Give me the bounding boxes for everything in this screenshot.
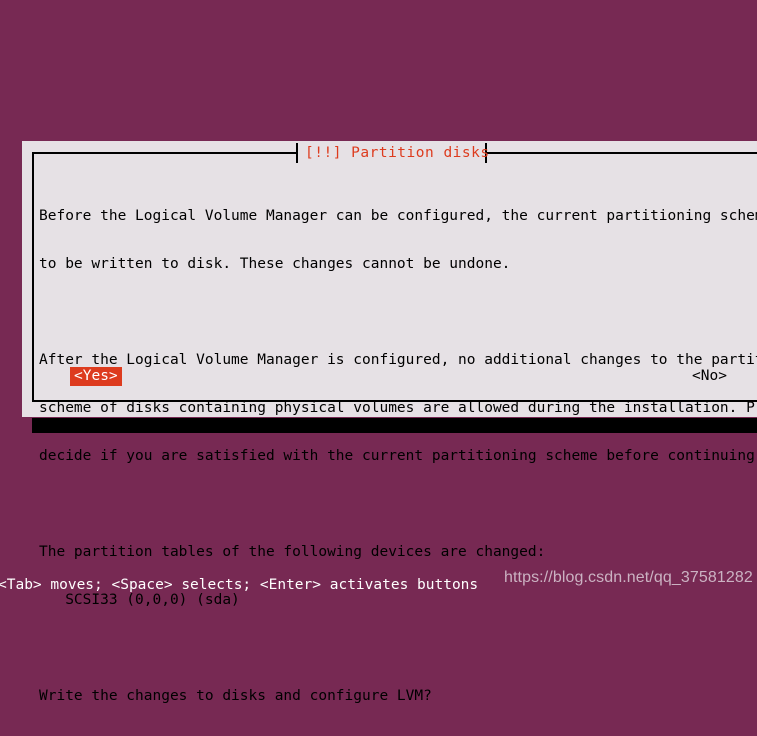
installer-screen: [!!] Partition disks Before the Logical …	[0, 0, 757, 704]
dialog-frame-top-right	[487, 152, 757, 154]
text-line: decide if you are satisfied with the cur…	[39, 448, 757, 464]
text-line: After the Logical Volume Manager is conf…	[39, 352, 757, 368]
paragraph-question: Write the changes to disks and configure…	[39, 656, 751, 736]
status-bar-hint: <Tab> moves; <Space> selects; <Enter> ac…	[0, 577, 479, 593]
paragraph-notice: After the Logical Volume Manager is conf…	[39, 320, 757, 496]
dialog-title: [!!] Partition disks	[305, 145, 490, 161]
text-line: Write the changes to disks and configure…	[39, 688, 432, 704]
watermark: https://blog.csdn.net/qq_37581282	[504, 569, 753, 586]
dialog-frame-top-left	[32, 152, 297, 154]
dialog-frame-left	[32, 152, 34, 402]
text-line: Before the Logical Volume Manager can be…	[39, 208, 757, 224]
text-line: scheme of disks containing physical volu…	[39, 400, 757, 416]
paragraph-warning: Before the Logical Volume Manager can be…	[39, 176, 757, 304]
no-button[interactable]: <No>	[688, 367, 731, 386]
text-line: The partition tables of the following de…	[39, 544, 546, 560]
yes-button[interactable]: <Yes>	[70, 367, 122, 386]
dialog-body: Before the Logical Volume Manager can be…	[39, 176, 757, 736]
text-line: to be written to disk. These changes can…	[39, 256, 511, 272]
device-entry: SCSI33 (0,0,0) (sda)	[39, 592, 240, 608]
dialog-frame-title-tick-left	[296, 143, 298, 163]
